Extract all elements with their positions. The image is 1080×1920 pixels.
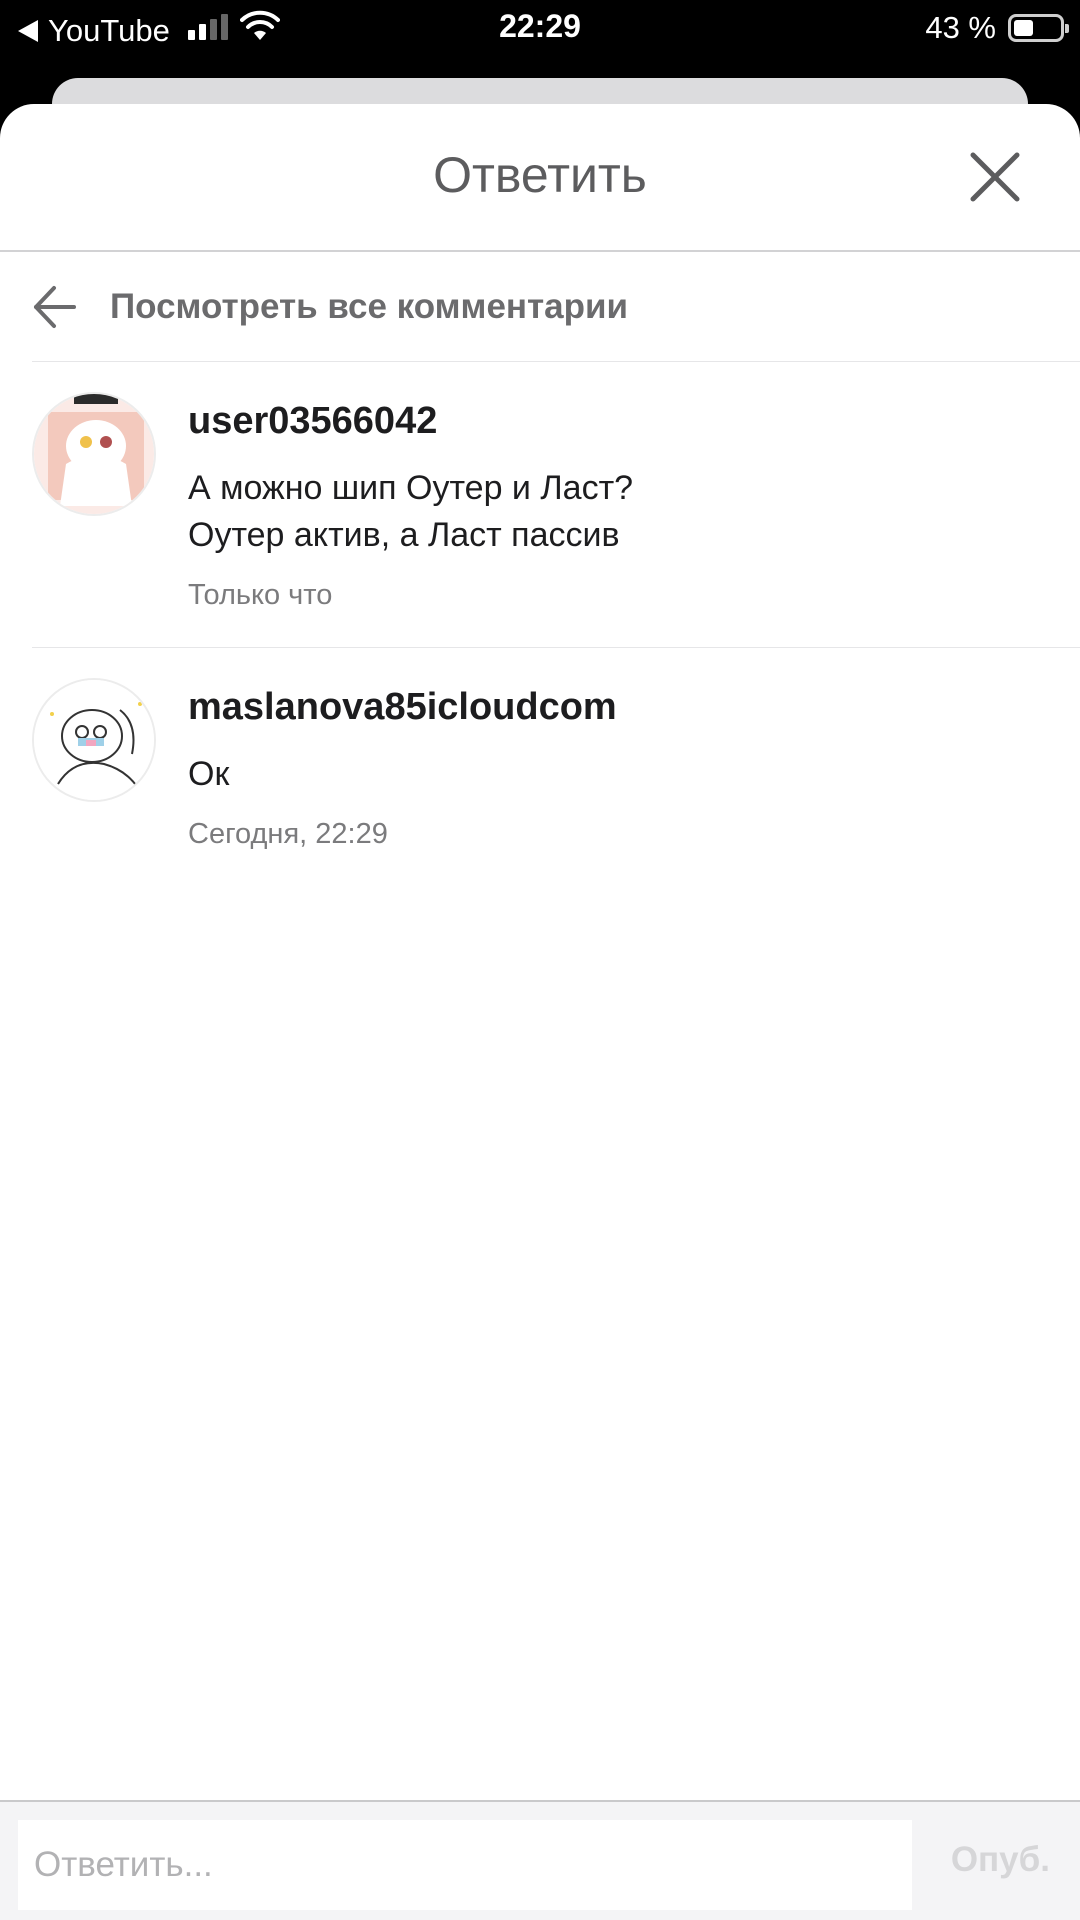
reply-sheet: Ответить Посмотреть все комментарии user… bbox=[0, 104, 1080, 1920]
comment-username[interactable]: maslanova85icloudcom bbox=[188, 686, 1040, 729]
view-all-comments-link[interactable]: Посмотреть все комментарии bbox=[32, 252, 1080, 362]
comment-text: А можно шип Оутер и Ласт? Оутер актив, а… bbox=[188, 465, 1040, 559]
status-time: 22:29 bbox=[499, 8, 581, 44]
battery-percent: 43 % bbox=[925, 10, 996, 45]
comment-item: maslanova85icloudcom Ок Сегодня, 22:29 bbox=[32, 648, 1080, 868]
comment-text-line: А можно шип Оутер и Ласт? bbox=[188, 469, 634, 507]
comment-body: user03566042 А можно шип Оутер и Ласт? О… bbox=[188, 400, 1040, 612]
comment-item: user03566042 А можно шип Оутер и Ласт? О… bbox=[32, 362, 1080, 648]
battery-status: 43 % bbox=[925, 10, 1069, 46]
reply-input[interactable] bbox=[18, 1820, 912, 1910]
comment-body: maslanova85icloudcom Ок Сегодня, 22:29 bbox=[188, 686, 1040, 851]
publish-button[interactable]: Опуб. bbox=[951, 1840, 1050, 1880]
avatar-image bbox=[34, 680, 154, 800]
comment-text-line: Оутер актив, а Ласт пассив bbox=[188, 516, 620, 554]
close-icon[interactable] bbox=[970, 152, 1020, 202]
comment-timestamp: Только что bbox=[188, 579, 333, 611]
battery-icon bbox=[1008, 14, 1069, 42]
avatar[interactable] bbox=[32, 678, 156, 802]
comment-username[interactable]: user03566042 bbox=[188, 400, 1040, 443]
sheet-title: Ответить bbox=[433, 147, 647, 203]
reply-bar: Опуб. bbox=[0, 1800, 1080, 1920]
comment-text: Ок bbox=[188, 755, 230, 793]
avatar-image bbox=[34, 394, 154, 514]
sheet-header: Ответить bbox=[0, 104, 1080, 252]
status-bar: YouTube 22:29 43 % bbox=[0, 0, 1080, 56]
battery-fill bbox=[1014, 20, 1033, 36]
arrow-left-icon[interactable] bbox=[32, 284, 78, 330]
view-all-label: Посмотреть все комментарии bbox=[110, 286, 629, 326]
comment-timestamp: Сегодня, 22:29 bbox=[188, 818, 388, 850]
avatar[interactable] bbox=[32, 392, 156, 516]
